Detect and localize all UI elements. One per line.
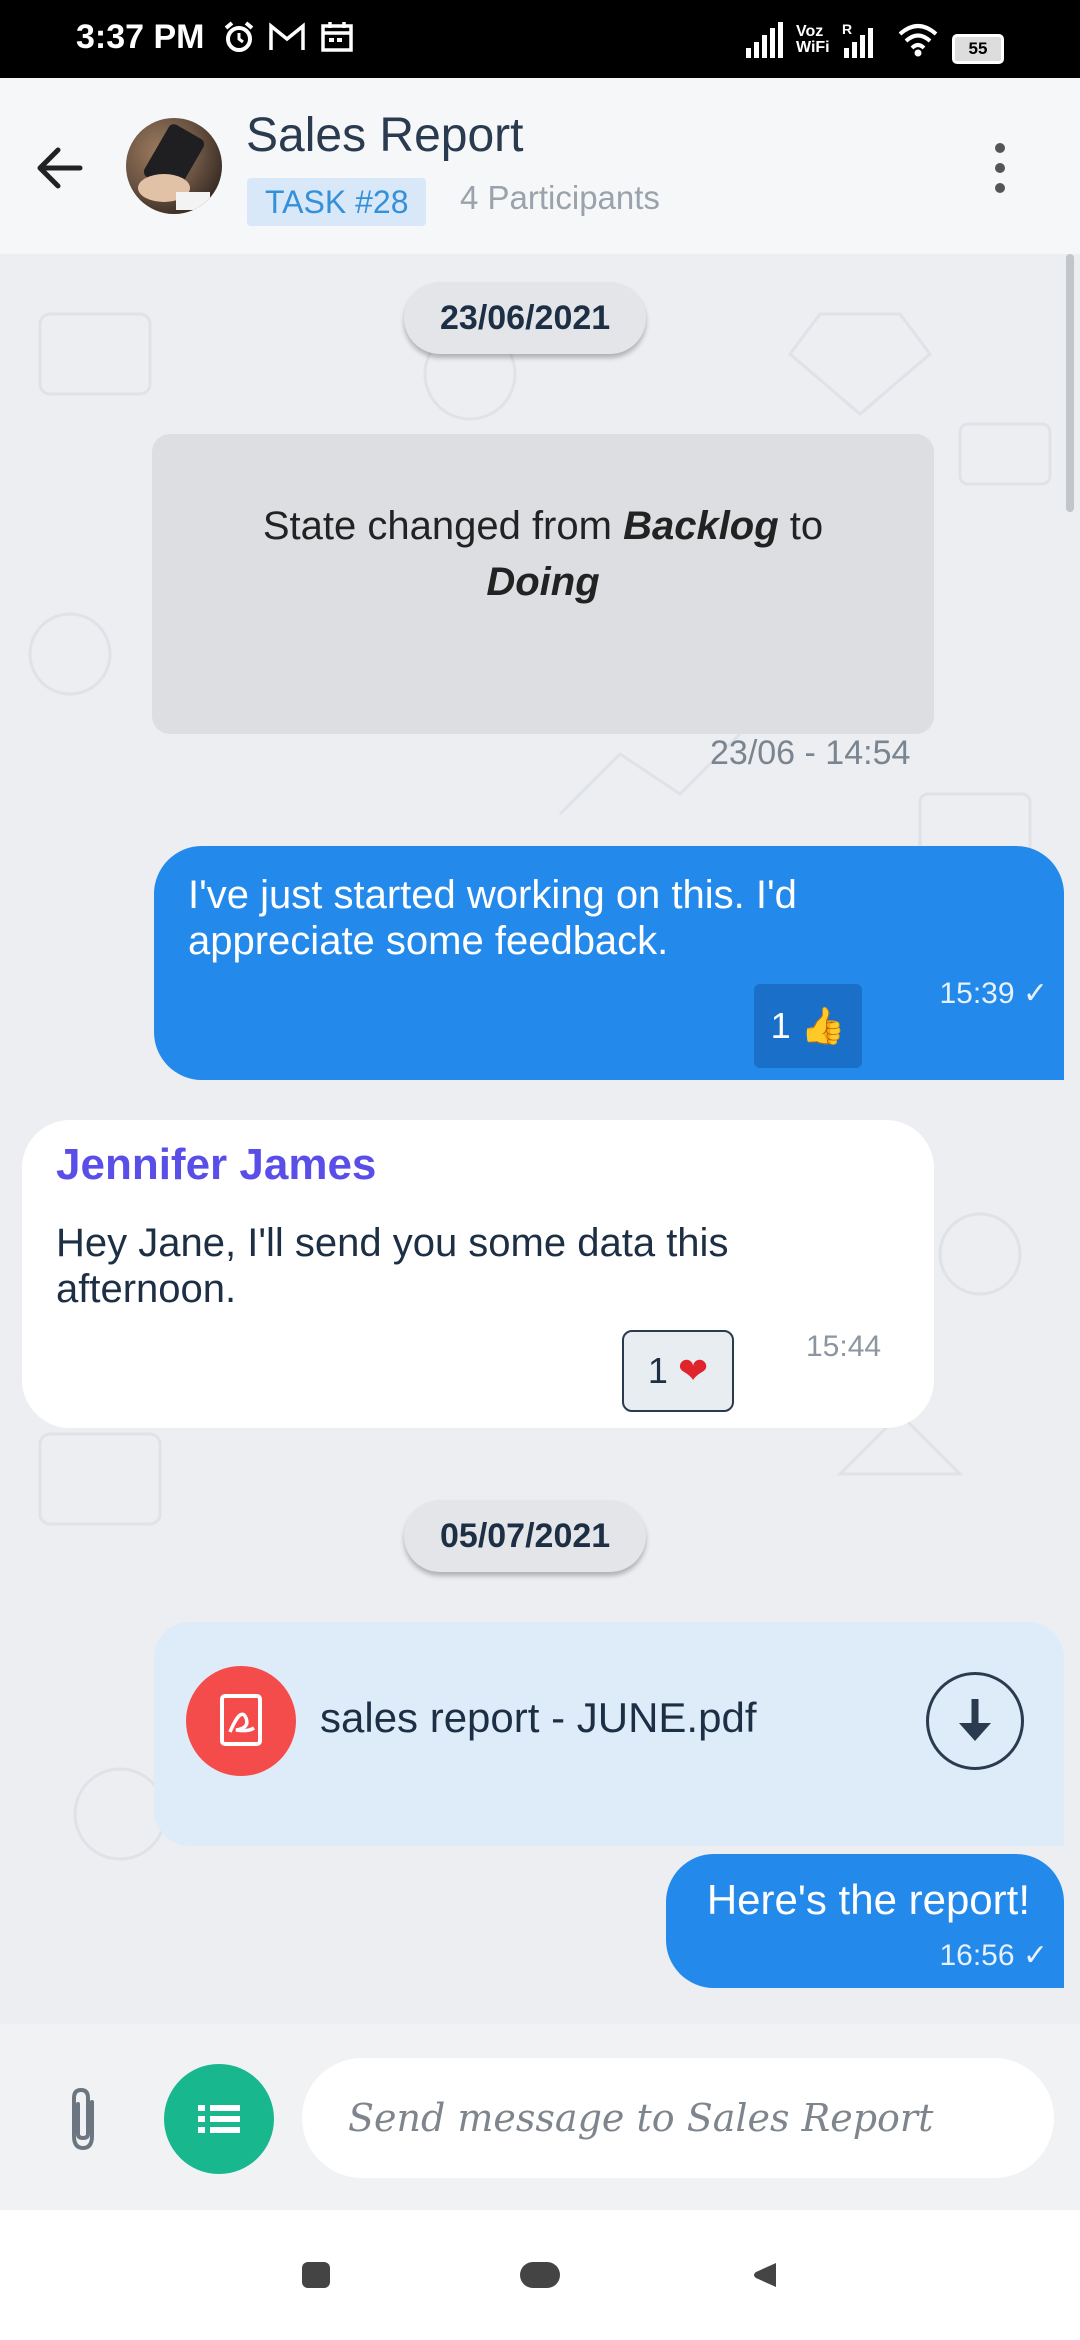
pdf-file-icon (186, 1666, 296, 1776)
heart-icon: ❤ (677, 1350, 709, 1391)
home-button[interactable] (520, 2262, 560, 2288)
file-message-bubble[interactable]: sales report - JUNE.pdf (154, 1622, 1064, 1846)
signal-icon-2: R (842, 21, 873, 58)
more-options-icon[interactable] (978, 136, 1022, 200)
system-message-time: 23/06 - 14:54 (710, 734, 911, 772)
vowifi-icon: Voz WiFi (796, 23, 830, 56)
task-badge[interactable]: TASK #28 (247, 178, 427, 226)
message-text: Hey Jane, I'll send you some data this a… (56, 1221, 729, 1311)
message-time: 15:39 ✓ (939, 977, 1048, 1010)
system-message: State changed from Backlog to Doing (152, 434, 934, 734)
date-separator: 23/06/2021 (404, 282, 647, 354)
list-icon (198, 2105, 240, 2133)
status-time: 3:37 PM (76, 18, 205, 56)
reaction-chip[interactable]: 1 👍 (754, 984, 862, 1068)
from-state: Backlog (623, 504, 779, 548)
system-message-text: State changed from Backlog to Doing (192, 498, 894, 610)
scrollbar[interactable] (1066, 254, 1074, 512)
recent-apps-button[interactable] (302, 2262, 330, 2288)
thumbs-up-icon: 👍 (800, 1005, 846, 1046)
back-arrow-icon[interactable] (30, 138, 90, 198)
sent-message-bubble[interactable]: I've just started working on this. I'd a… (154, 846, 1064, 1080)
avatar-image (138, 124, 210, 210)
message-time: 15:44 (806, 1330, 882, 1363)
reaction-chip[interactable]: 1 ❤ (622, 1330, 734, 1412)
file-name[interactable]: sales report - JUNE.pdf (320, 1694, 757, 1742)
message-input[interactable] (302, 2058, 1054, 2178)
message-text: I've just started working on this. I'd a… (188, 873, 797, 963)
svg-text:R: R (842, 21, 852, 37)
chat-title[interactable]: Sales Report (246, 108, 523, 163)
gmail-icon (269, 22, 305, 50)
message-composer (0, 2024, 1080, 2210)
wifi-icon (898, 24, 938, 57)
calendar-icon (321, 22, 353, 52)
received-message-bubble[interactable]: Jennifer James Hey Jane, I'll send you s… (22, 1120, 934, 1428)
battery-icon: 55 (952, 34, 1004, 64)
date-separator: 05/07/2021 (404, 1500, 647, 1572)
chat-header: Sales Report TASK #28 4 Participants (0, 78, 1080, 254)
attachment-icon[interactable] (56, 2082, 110, 2156)
list-button[interactable] (164, 2064, 274, 2174)
system-message-prefix: State changed from (262, 504, 624, 548)
back-button[interactable] (750, 2260, 780, 2290)
alarm-icon (224, 21, 254, 52)
avatar[interactable] (126, 118, 222, 214)
sender-name[interactable]: Jennifer James (56, 1140, 376, 1190)
signal-icon (746, 22, 783, 58)
message-text: Here's the report! (706, 1876, 1030, 1923)
sent-message-bubble[interactable]: Here's the report! 16:56 ✓ (666, 1854, 1064, 1988)
reaction-count: 1 (647, 1350, 668, 1391)
status-bar: 3:37 PM Voz WiFi R 55 (0, 0, 1080, 78)
participants-count[interactable]: 4 Participants (460, 174, 660, 222)
to-state: Doing (486, 560, 600, 604)
system-navigation-bar (0, 2210, 1080, 2340)
system-message-middle: to (778, 504, 824, 548)
download-button[interactable] (926, 1672, 1024, 1770)
message-time: 16:56 ✓ (939, 1939, 1048, 1972)
download-arrow-icon (959, 1699, 991, 1741)
reaction-count: 1 (770, 1005, 791, 1046)
chat-area[interactable]: 23/06/2021 State changed from Backlog to… (0, 254, 1080, 2024)
